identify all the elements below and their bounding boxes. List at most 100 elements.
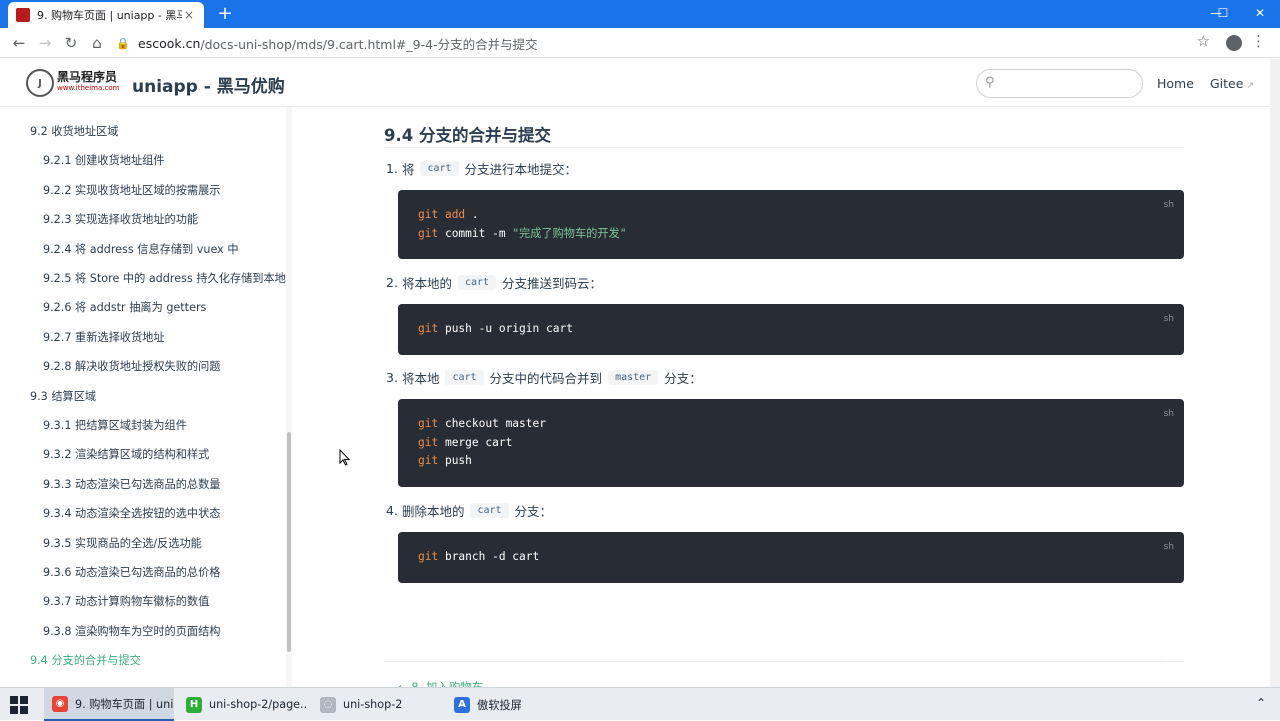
step-3: 3. 将本地 cart 分支中的代码合并到 master 分支： — [386, 368, 702, 387]
profile-avatar-icon[interactable] — [1226, 35, 1242, 51]
sidebar-item[interactable]: 9.2.1 创建收货地址组件 — [43, 152, 165, 168]
step-text: 将本地 — [401, 371, 440, 386]
address-bar[interactable]: 🔒 escook.cn /docs-uni-shop/mds/9.cart.ht… — [116, 31, 1216, 55]
sidebar-item-active[interactable]: 9.4 分支的合并与提交 — [30, 652, 141, 668]
code-lang-label: sh — [1163, 409, 1174, 419]
code-text: push — [444, 454, 472, 468]
sidebar-item[interactable]: 9.2.3 实现选择收货地址的功能 — [43, 211, 198, 227]
taskbar-item[interactable]: ◉ 9. 购物车页面 | uni... — [44, 688, 174, 721]
code-line: git push -u origin cart — [418, 320, 1164, 339]
taskbar-item-label: 9. 购物车页面 | uni... — [75, 697, 174, 711]
sidebar-item[interactable]: 9.2.4 将 address 信息存储到 vuex 中 — [43, 241, 239, 257]
step-text: 分支： — [664, 371, 702, 386]
code-keyword: git — [418, 550, 445, 563]
site-logo[interactable]: J 黑马程序员 www.itheima.com — [26, 69, 119, 97]
browser-tab-active[interactable]: 9. 购物车页面 | uniapp - 黑马优购 × — [8, 2, 204, 28]
step-text: 分支： — [514, 504, 553, 519]
code-keyword: git — [418, 417, 445, 430]
sidebar-item[interactable]: 9.2.6 将 addstr 抽离为 getters — [43, 299, 206, 315]
sidebar-item[interactable]: 9.2 收货地址区域 — [30, 123, 118, 139]
code-line: git branch -d cart — [418, 548, 1164, 567]
inline-code: cart — [445, 370, 484, 385]
sidebar-item[interactable]: 9.3 结算区域 — [30, 388, 96, 404]
step-2: 2. 将本地的 cart 分支推送到码云： — [386, 273, 602, 292]
code-keyword: git — [418, 435, 445, 449]
heading-divider — [384, 147, 1184, 148]
home-icon[interactable]: ⌂ — [86, 32, 108, 54]
sidebar: 9.2 收货地址区域 9.2.1 创建收货地址组件 9.2.2 实现收货地址区域的按… — [0, 107, 292, 687]
sidebar-item[interactable]: 9.2.2 实现收货地址区域的按需展示 — [43, 182, 220, 198]
step-text: 将本地的 — [401, 276, 452, 291]
taskbar-item[interactable]: ◌ uni-shop-2 — [312, 688, 442, 721]
taskbar-item-label: 傲软投屏 — [477, 698, 522, 712]
code-line: git commit -m "完成了购物车的开发" — [418, 225, 1164, 244]
back-arrow-icon[interactable]: ← — [8, 32, 30, 54]
nav-link-home[interactable]: Home — [1157, 76, 1194, 91]
step-text: 分支推送到码云： — [502, 276, 603, 291]
logo-text: 黑马程序员 www.itheima.com — [57, 70, 119, 94]
inline-code: master — [608, 370, 659, 385]
taskbar-item-label: uni-shop-2 — [343, 698, 403, 711]
code-text: checkout master — [444, 417, 546, 430]
code-text: . — [465, 208, 479, 221]
code-block-1[interactable]: sh git add . git commit -m "完成了购物车的开发" — [398, 190, 1184, 260]
sidebar-item[interactable]: 9.2.7 重新选择收货地址 — [43, 329, 165, 345]
inline-code: cart — [470, 503, 509, 518]
new-tab-button[interactable]: + — [214, 3, 236, 25]
code-block-4[interactable]: sh git branch -d cart — [398, 532, 1184, 583]
search-input[interactable]: ⚲ — [976, 69, 1143, 98]
sidebar-scrollbar-thumb[interactable] — [287, 432, 291, 652]
sidebar-item[interactable]: 9.3.7 动态计算购物车徽标的数值 — [43, 593, 209, 609]
windows-start-icon[interactable] — [10, 696, 28, 714]
url-host: escook.cn — [138, 35, 201, 51]
code-block-3[interactable]: sh git checkout master git merge cart git p… — [398, 399, 1184, 488]
footer-divider — [384, 661, 1184, 662]
tab-title: 9. 购物车页面 | uniapp - 黑马优购 — [37, 9, 182, 22]
window-maximize-button[interactable]: ☐ — [1203, 0, 1243, 28]
step-text: 删除本地的 — [401, 504, 465, 519]
sidebar-item[interactable]: 9.2.5 将 Store 中的 address 持久化存储到本地 — [43, 270, 286, 286]
step-1: 1. 将 cart 分支进行本地提交： — [386, 159, 577, 178]
hbuilder-icon: H — [186, 696, 202, 713]
step-text: 将 — [401, 162, 415, 177]
browser-menu-icon[interactable]: ⋮ — [1251, 32, 1266, 50]
taskbar-item[interactable]: Huni-shop-2/page... — [178, 688, 308, 721]
tab-close-icon[interactable]: × — [182, 8, 196, 22]
step-number: 1. — [386, 161, 398, 176]
browser-toolbar: ← → ↻ ⌂ 🔒 escook.cn /docs-uni-shop/mds/9… — [0, 28, 1280, 58]
sidebar-item[interactable]: 9.2.8 解决收货地址授权失败的问题 — [43, 358, 220, 374]
sidebar-item[interactable]: 9.3.8 渲染购物车为空时的页面结构 — [43, 623, 220, 639]
code-text: push -u origin cart — [444, 322, 573, 335]
tray-overflow-icon[interactable]: ⌃ — [1256, 696, 1266, 710]
logo-cn: 黑马程序员 — [57, 70, 118, 84]
code-block-2[interactable]: sh git push -u origin cart — [398, 304, 1184, 355]
step-4: 4. 删除本地的 cart 分支： — [386, 501, 552, 520]
heima-logo-icon: J — [26, 69, 54, 97]
code-keyword: git — [418, 454, 445, 468]
page-scrollbar[interactable] — [1270, 59, 1280, 687]
sidebar-item[interactable]: 9.3.3 动态渲染已勾选商品的总数量 — [43, 476, 220, 492]
code-keyword: git — [418, 322, 445, 335]
sidebar-item[interactable]: 9.3.1 把结算区域封装为组件 — [43, 417, 187, 433]
url-path: /docs-uni-shop/mds/9.cart.html#_9-4-分支的合… — [200, 36, 538, 52]
taskbar-item[interactable]: A 傲软投屏 — [446, 688, 572, 721]
bookmark-star-icon[interactable]: ☆ — [1197, 32, 1210, 50]
sidebar-item[interactable]: 9.3.5 实现商品的全选/反选功能 — [43, 535, 202, 551]
sidebar-item[interactable]: 9.3.2 渲染结算区域的结构和样式 — [43, 446, 209, 462]
sidebar-item[interactable]: 9.3.4 动态渲染全选按钮的选中状态 — [43, 505, 220, 521]
window-close-button[interactable]: ✕ — [1240, 0, 1280, 28]
forward-arrow-icon[interactable]: → — [34, 32, 56, 54]
os-taskbar: ⌃ ◉ 9. 购物车页面 | uni... Huni-shop-2/page... ◌… — [0, 687, 1280, 721]
wechat-devtools-icon: ◌ — [320, 696, 336, 713]
site-navbar: J 黑马程序员 www.itheima.com uniapp - 黑马优购 ⚲ … — [0, 59, 1280, 107]
site-favicon-icon — [16, 8, 30, 22]
nav-link-gitee[interactable]: Gitee ↗ — [1210, 76, 1254, 91]
code-lang-label: sh — [1163, 314, 1174, 324]
bilibili-watermark: bilibili — [1160, 652, 1266, 685]
code-lang-label: sh — [1163, 542, 1174, 552]
step-text: 分支中的代码合并到 — [489, 371, 603, 386]
site-title[interactable]: uniapp - 黑马优购 — [132, 72, 285, 97]
reload-icon[interactable]: ↻ — [60, 32, 82, 54]
mouse-cursor-icon — [339, 449, 351, 466]
sidebar-item[interactable]: 9.3.6 动态渲染已勾选商品的总价格 — [43, 564, 220, 580]
